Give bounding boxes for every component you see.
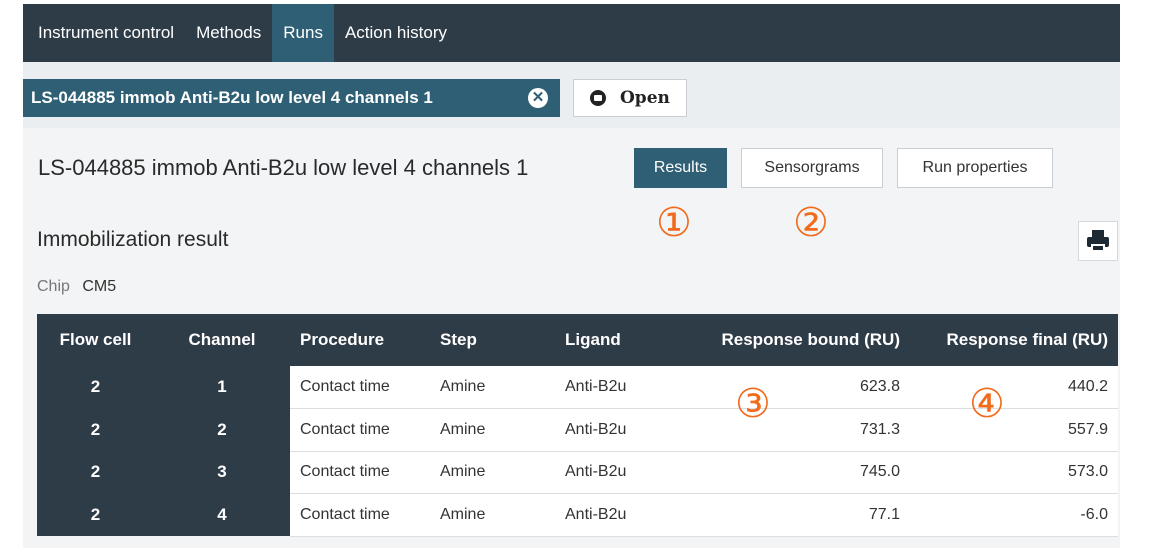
- nav-action-history[interactable]: Action history: [334, 4, 458, 62]
- chip-label: Chip: [37, 278, 70, 295]
- cell-procedure: Contact time: [290, 408, 430, 452]
- table-row: 2 2 Contact time Amine Anti-B2u 731.3 55…: [37, 408, 1118, 452]
- print-icon: [1087, 230, 1109, 252]
- cell-flow-cell: 2: [37, 493, 154, 536]
- folder-open-icon: [590, 90, 606, 106]
- table-row: 2 1 Contact time Amine Anti-B2u 623.8 44…: [37, 366, 1118, 409]
- sensorgrams-button[interactable]: Sensorgrams: [741, 148, 883, 188]
- chip-info: Chip CM5: [37, 278, 116, 296]
- open-button[interactable]: Open: [573, 79, 687, 117]
- cell-step: Amine: [430, 408, 555, 452]
- col-procedure: Procedure: [290, 314, 430, 366]
- nav-runs[interactable]: Runs: [272, 4, 334, 62]
- cell-response-final: 573.0: [910, 451, 1118, 494]
- table-row: 2 4 Contact time Amine Anti-B2u 77.1 -6.…: [37, 493, 1118, 537]
- cell-response-final: -6.0: [910, 493, 1118, 537]
- close-icon[interactable]: ✕: [528, 88, 548, 108]
- cell-channel: 3: [154, 451, 290, 494]
- cell-ligand: Anti-B2u: [555, 408, 683, 452]
- cell-response-final: 440.2: [910, 366, 1118, 409]
- cell-step: Amine: [430, 451, 555, 494]
- cell-flow-cell: 2: [37, 451, 154, 494]
- open-button-label: Open: [620, 88, 670, 108]
- cell-response-bound: 77.1: [683, 493, 910, 537]
- col-ligand: Ligand: [555, 314, 683, 366]
- run-document-tab[interactable]: LS-044885 immob Anti-B2u low level 4 cha…: [23, 79, 560, 117]
- cell-procedure: Contact time: [290, 493, 430, 537]
- cell-flow-cell: 2: [37, 408, 154, 451]
- cell-response-bound: 731.3: [683, 408, 910, 452]
- cell-channel: 1: [154, 366, 290, 409]
- callout-2: ②: [793, 200, 829, 246]
- cell-response-final: 557.9: [910, 408, 1118, 452]
- cell-channel: 4: [154, 493, 290, 536]
- run-properties-button[interactable]: Run properties: [897, 148, 1053, 188]
- callout-3: ③: [735, 381, 771, 427]
- col-channel: Channel: [154, 314, 290, 366]
- callout-1: ①: [656, 200, 692, 246]
- cell-ligand: Anti-B2u: [555, 451, 683, 494]
- col-step: Step: [430, 314, 555, 366]
- run-document-tab-label: LS-044885 immob Anti-B2u low level 4 cha…: [31, 88, 433, 107]
- nav-instrument-control[interactable]: Instrument control: [27, 4, 185, 62]
- table-row: 2 3 Contact time Amine Anti-B2u 745.0 57…: [37, 451, 1118, 494]
- results-button[interactable]: Results: [634, 148, 727, 188]
- col-response-final: Response final (RU): [910, 314, 1118, 366]
- cell-step: Amine: [430, 493, 555, 537]
- top-nav: Instrument control Methods Runs Action h…: [23, 4, 1120, 62]
- cell-ligand: Anti-B2u: [555, 493, 683, 537]
- cell-procedure: Contact time: [290, 366, 430, 409]
- col-flow-cell: Flow cell: [37, 314, 154, 366]
- col-response-bound: Response bound (RU): [683, 314, 910, 366]
- table-header-row: Flow cell Channel Procedure Step Ligand …: [37, 314, 1118, 366]
- cell-ligand: Anti-B2u: [555, 366, 683, 409]
- immobilization-results-table: Flow cell Channel Procedure Step Ligand …: [37, 314, 1118, 537]
- cell-procedure: Contact time: [290, 451, 430, 494]
- cell-response-bound: 745.0: [683, 451, 910, 494]
- document-tab-strip: LS-044885 immob Anti-B2u low level 4 cha…: [23, 62, 1120, 128]
- nav-methods[interactable]: Methods: [185, 4, 272, 62]
- chip-value: CM5: [82, 278, 117, 295]
- cell-flow-cell: 2: [37, 366, 154, 409]
- section-title: Immobilization result: [37, 228, 229, 251]
- callout-4: ④: [969, 381, 1005, 427]
- cell-channel: 2: [154, 408, 290, 451]
- cell-step: Amine: [430, 366, 555, 409]
- cell-response-bound: 623.8: [683, 366, 910, 409]
- print-button[interactable]: [1078, 221, 1118, 261]
- page-title: LS-044885 immob Anti-B2u low level 4 cha…: [38, 155, 529, 180]
